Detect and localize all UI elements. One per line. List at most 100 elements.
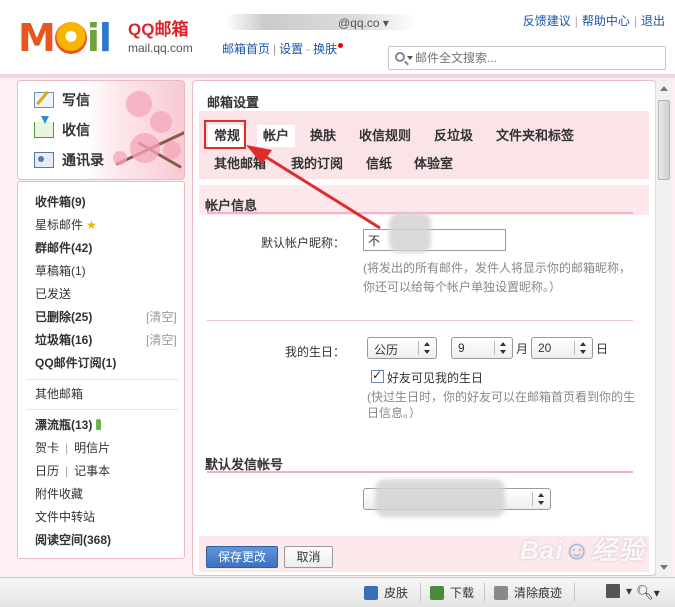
save-button[interactable]: 保存更改 <box>206 546 278 568</box>
tab-anti-spam[interactable]: 反垃圾 <box>428 125 479 147</box>
folder-list: 收件箱(9) 星标邮件 ★ 群邮件(42) 草稿箱(1) 已发送 已删除(25) … <box>17 181 185 559</box>
month-unit: 月 <box>516 342 529 356</box>
folder-inbox[interactable]: 收件箱(9) <box>35 194 86 210</box>
search-icon[interactable] <box>395 52 405 62</box>
nickname-field[interactable]: 不 <box>363 229 506 251</box>
search-dropdown-icon[interactable] <box>407 56 413 60</box>
blossom-decoration <box>113 151 127 165</box>
nav-dash: - <box>306 42 311 56</box>
settings-panel: 邮箱设置 常规 帐户 换肤 收信规则 反垃圾 文件夹和标签 其他邮箱 我的订阅 … <box>192 80 656 576</box>
redacted-sender <box>375 479 505 517</box>
folder-subscriptions[interactable]: QQ邮件订阅(1) <box>35 355 116 371</box>
audio-button[interactable]: ▾ <box>606 584 632 598</box>
sidebar-divider <box>26 379 178 380</box>
download-status-button[interactable]: 下载 <box>430 584 474 601</box>
blossom-decoration <box>163 141 181 159</box>
clear-spam-link[interactable]: [清空] <box>146 332 177 348</box>
attachments-link[interactable]: 附件收藏 <box>35 486 83 502</box>
folder-deleted[interactable]: 已删除(25) <box>35 309 92 325</box>
skin-status-button[interactable]: 皮肤 <box>364 584 408 601</box>
sidebar-divider <box>26 409 178 410</box>
tab-subscriptions[interactable]: 我的订阅 <box>285 153 349 175</box>
skin-link[interactable]: 换肤 <box>313 42 337 56</box>
home-link[interactable]: 邮箱首页 <box>222 42 270 56</box>
day-select[interactable]: 20 <box>531 337 593 359</box>
header-nav: 邮箱首页 | 设置 - 换肤 <box>222 40 344 57</box>
redacted-nickname <box>389 213 431 253</box>
page-title: 邮箱设置 <box>207 95 260 110</box>
receive-button[interactable]: 收信 <box>34 116 90 140</box>
nickname-label: 默认帐户昵称： <box>260 236 345 250</box>
section-header <box>199 185 649 215</box>
folder-spam[interactable]: 垃圾箱(16) <box>35 332 92 348</box>
tab-general[interactable]: 常规 <box>208 125 247 147</box>
calendar-links: 日历 | 记事本 <box>35 464 111 478</box>
scroll-up-icon[interactable] <box>660 86 668 91</box>
feedback-link[interactable]: 反馈建议 <box>523 14 571 28</box>
select-arrow-icon <box>424 342 430 354</box>
compose-button[interactable]: 写信 <box>34 90 90 110</box>
birthday-hint-line2: 日信息。） <box>367 406 422 420</box>
chevron-down-icon: ▾ <box>379 16 389 30</box>
drift-bottle-link[interactable]: 漂流瓶(13) <box>35 417 102 433</box>
card-links: 贺卡 | 明信片 <box>35 441 111 455</box>
mail-search-box[interactable] <box>388 46 666 70</box>
nickname-hint-line2: 你还可以给每个帐户单独设置昵称。） <box>363 280 562 294</box>
calendar-link[interactable]: 日历 <box>35 464 59 478</box>
scroll-thumb[interactable] <box>658 100 670 180</box>
tab-folders-labels[interactable]: 文件夹和标签 <box>490 125 580 147</box>
reading-space-link[interactable]: 阅读空间(368) <box>35 532 111 548</box>
notebook-link[interactable]: 记事本 <box>74 464 110 478</box>
account-switch[interactable]: @qq.co ▾ <box>338 16 389 30</box>
tab-skin[interactable]: 换肤 <box>304 125 342 147</box>
folder-starred[interactable]: 星标邮件 ★ <box>35 217 97 233</box>
clear-deleted-link[interactable]: [清空] <box>146 309 177 325</box>
top-links: 反馈建议 | 帮助中心 | 退出 <box>522 14 665 28</box>
scroll-down-icon[interactable] <box>660 565 668 570</box>
star-icon: ★ <box>86 218 97 232</box>
folder-group-mail[interactable]: 群邮件(42) <box>35 240 92 256</box>
postcard-link[interactable]: 明信片 <box>74 441 110 455</box>
divider <box>207 320 633 321</box>
select-arrow-icon <box>538 493 544 505</box>
nickname-hint-line1: (将发出的所有邮件，发件人将显示你的邮箱昵称， <box>363 261 631 275</box>
logo-url: mail.qq.com <box>128 41 193 55</box>
search-input[interactable] <box>415 49 655 67</box>
file-transfer-link[interactable]: 文件中转站 <box>35 509 95 525</box>
folder-drafts[interactable]: 草稿箱(1) <box>35 263 86 279</box>
clear-traces-button[interactable]: 清除痕迹 <box>494 584 562 601</box>
tab-labs[interactable]: 体验室 <box>408 153 459 175</box>
bottle-icon <box>96 419 102 430</box>
select-arrow-icon <box>580 342 586 354</box>
birthday-label: 我的生日： <box>284 345 345 359</box>
settings-link[interactable]: 设置 <box>279 42 303 56</box>
folder-sent[interactable]: 已发送 <box>35 286 71 302</box>
day-unit: 日 <box>596 342 609 356</box>
zoom-button[interactable]: 🔍︎ ▾ <box>636 584 660 601</box>
logout-link[interactable]: 退出 <box>641 14 665 28</box>
blossom-decoration <box>130 133 160 163</box>
tab-account[interactable]: 帐户 <box>257 125 296 147</box>
birthday-visible-checkbox[interactable] <box>371 368 384 383</box>
chevron-down-icon: ▾ <box>626 584 633 598</box>
birthday-visible-label: 好友可见我的生日 <box>387 371 484 385</box>
compose-icon <box>34 92 54 108</box>
search-icon: 🔍︎ <box>636 584 654 600</box>
help-link[interactable]: 帮助中心 <box>582 14 630 28</box>
other-mailboxes-link[interactable]: 其他邮箱 <box>35 386 83 402</box>
qq-mail-logo[interactable]: Mil QQ邮箱 mail.qq.com <box>18 16 193 60</box>
nav-separator: | <box>273 42 277 56</box>
page-scrollbar[interactable] <box>655 80 672 576</box>
contacts-card-icon <box>34 152 54 168</box>
blossom-decoration <box>126 91 152 117</box>
tab-stationery[interactable]: 信纸 <box>360 153 398 175</box>
cancel-button[interactable]: 取消 <box>284 546 333 568</box>
tab-receive-rules[interactable]: 收信规则 <box>353 125 417 147</box>
download-icon <box>430 585 444 600</box>
contacts-button[interactable]: 通讯录 <box>34 150 104 170</box>
logo-mark: Mil <box>18 16 112 60</box>
month-select[interactable]: 9 <box>451 337 513 359</box>
tab-other-mailboxes[interactable]: 其他邮箱 <box>208 153 272 175</box>
greeting-card-link[interactable]: 贺卡 <box>35 441 59 455</box>
calendar-type-select[interactable]: 公历 <box>367 337 437 359</box>
